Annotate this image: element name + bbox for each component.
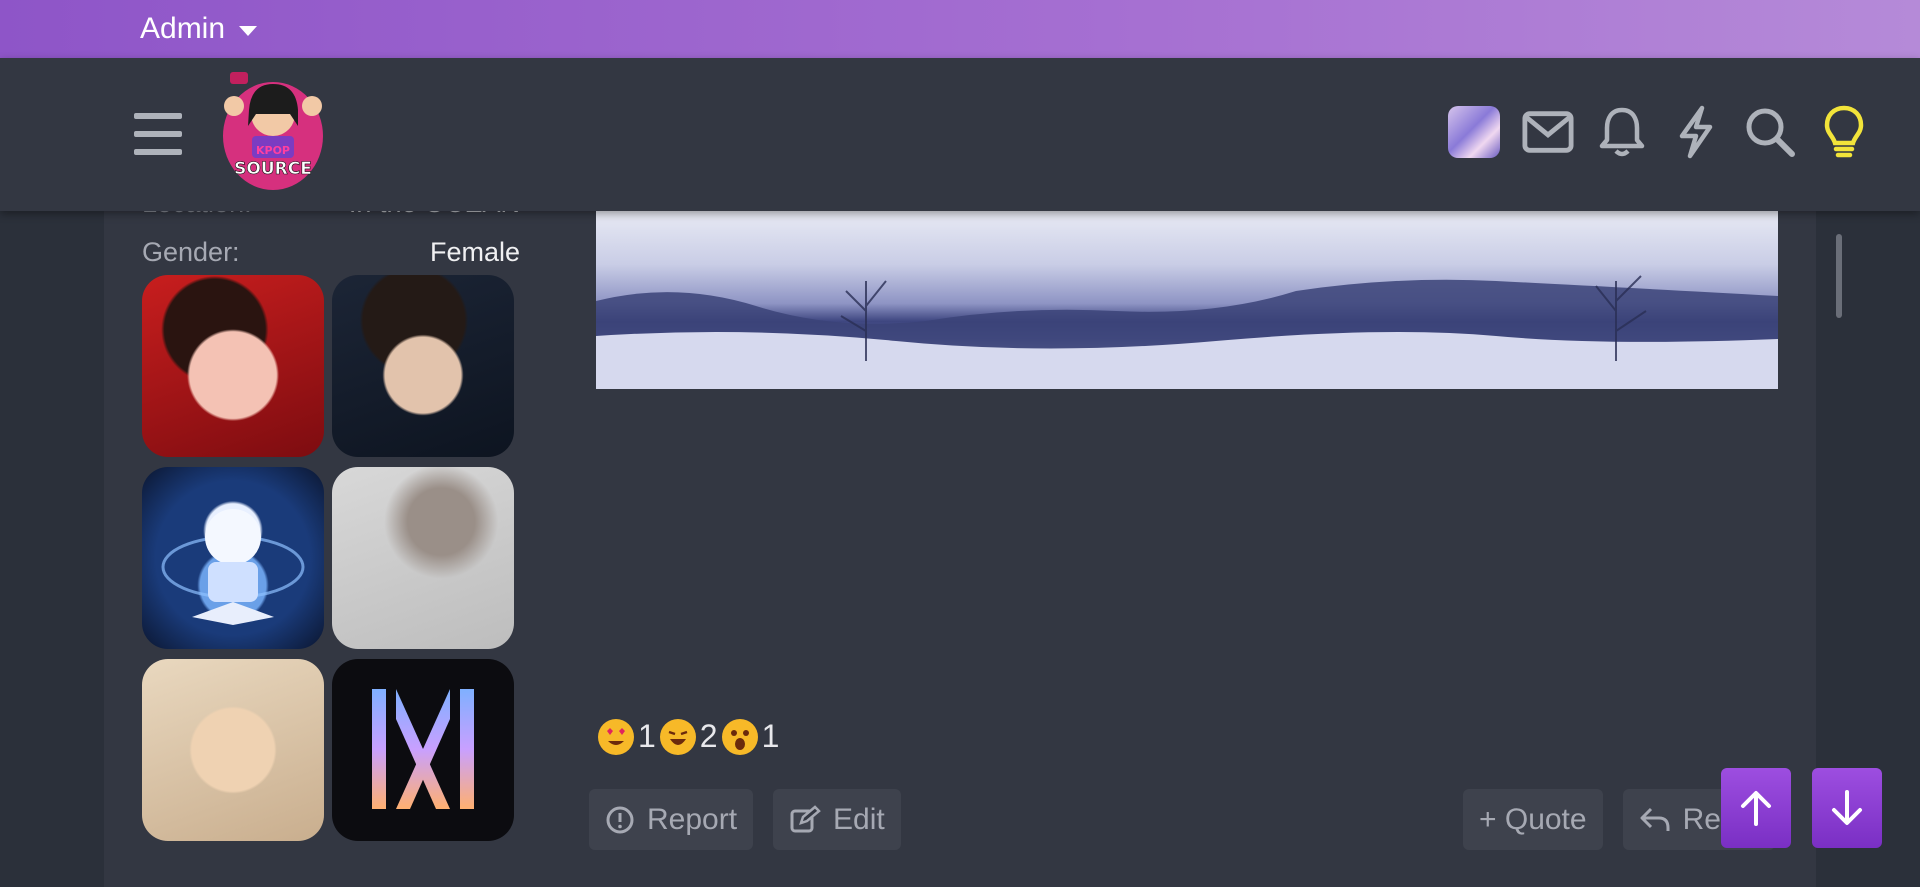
badge-image[interactable]: [142, 467, 324, 649]
reaction-count: 1: [761, 718, 780, 754]
report-label: Report: [647, 802, 738, 836]
arrow-down-icon: [1832, 790, 1862, 825]
envelope-icon[interactable]: [1522, 106, 1574, 158]
badge-image[interactable]: [332, 275, 514, 457]
gender-label: Gender:: [142, 237, 240, 267]
lightbulb-icon[interactable]: [1818, 105, 1870, 158]
user-avatar[interactable]: [1448, 106, 1500, 158]
lightning-icon[interactable]: [1670, 105, 1722, 159]
admin-label: Admin: [140, 12, 226, 45]
quote-label: + Quote: [1479, 802, 1587, 836]
admin-menu-link[interactable]: Admin: [140, 12, 258, 46]
post-actions-left: Report Edit: [589, 789, 901, 850]
badge-image[interactable]: [142, 275, 324, 457]
post-banner-image: [596, 211, 1778, 389]
site-logo[interactable]: KPOP SOURCE: [216, 66, 330, 192]
search-icon[interactable]: [1744, 106, 1796, 158]
reaction-count: 1: [638, 718, 656, 754]
quote-button[interactable]: + Quote: [1463, 789, 1603, 850]
caret-down-icon: [239, 26, 258, 36]
laughing-emoji-icon: [659, 718, 696, 755]
scroll-to-top-button[interactable]: [1721, 768, 1791, 848]
badge-image[interactable]: [332, 467, 514, 649]
gender-row: Gender: Female: [142, 237, 520, 268]
scrollbar-thumb[interactable]: [1836, 234, 1842, 318]
admin-bar: Admin: [0, 0, 1920, 58]
menu-icon[interactable]: [134, 113, 182, 155]
reactions-bar[interactable]: 1 2 1: [598, 718, 779, 755]
logo-text-source: SOURCE: [234, 159, 312, 179]
site-header: KPOP SOURCE: [0, 58, 1920, 211]
edit-label: Edit: [833, 802, 885, 836]
badge-image[interactable]: [332, 659, 514, 841]
bell-icon[interactable]: [1596, 106, 1648, 158]
reply-icon: [1640, 807, 1670, 831]
scroll-to-bottom-button[interactable]: [1812, 768, 1882, 848]
heart-eyes-emoji-icon: [598, 718, 634, 755]
badge-image[interactable]: [142, 659, 324, 841]
header-nav: [1448, 105, 1870, 159]
shocked-emoji-icon: [721, 718, 758, 755]
edit-icon: [790, 804, 821, 832]
alert-circle-icon: [606, 806, 634, 833]
edit-button[interactable]: Edit: [773, 789, 901, 850]
arrow-up-icon: [1741, 791, 1771, 826]
report-button[interactable]: Report: [589, 789, 754, 850]
reaction-count: 2: [699, 718, 718, 754]
gender-value: Female: [429, 237, 520, 267]
logo-text-kpop: KPOP: [256, 144, 290, 157]
